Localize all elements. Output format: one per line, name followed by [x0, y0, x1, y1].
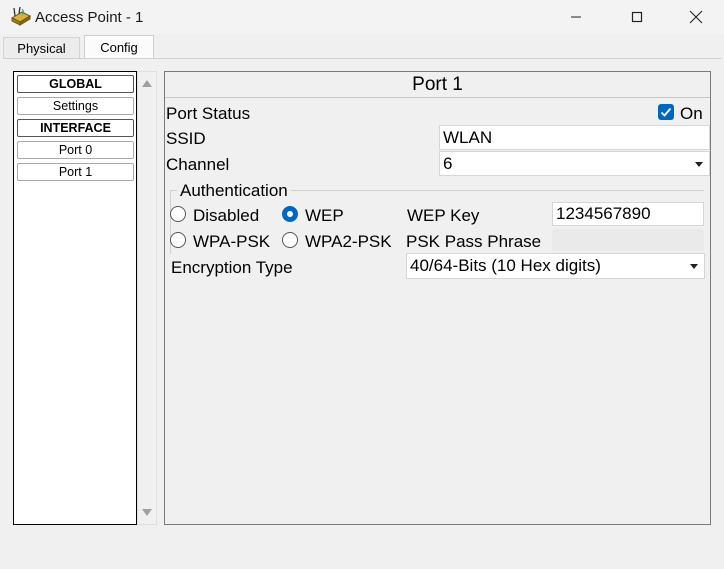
radio-wep-label: WEP	[305, 206, 344, 225]
radio-wpa2-psk-label: WPA2-PSK	[305, 232, 392, 251]
encryption-type-select[interactable]: 40/64-Bits (10 Hex digits)	[406, 253, 705, 279]
minimize-icon	[571, 16, 581, 18]
radio-disabled[interactable]	[170, 206, 186, 222]
nav-item-port-0[interactable]: Port 0	[17, 141, 134, 159]
channel-select-value: 6	[443, 153, 453, 173]
close-icon	[689, 10, 703, 24]
minimize-button[interactable]	[553, 0, 599, 34]
maximize-button[interactable]	[614, 0, 660, 34]
channel-select[interactable]: 6	[439, 151, 710, 176]
nav-scrollbar[interactable]	[137, 71, 157, 525]
authentication-legend: Authentication	[177, 181, 291, 201]
tab-config[interactable]: Config	[84, 35, 154, 59]
chevron-down-icon	[690, 264, 698, 269]
port-status-label: Port Status	[166, 104, 251, 123]
radio-wpa-psk-label: WPA-PSK	[193, 232, 271, 251]
access-point-icon	[10, 6, 32, 28]
checkmark-icon	[660, 107, 672, 117]
radio-wpa2-psk[interactable]	[282, 232, 298, 248]
ssid-input[interactable]: WLAN	[439, 125, 710, 150]
scroll-up-arrow-icon[interactable]	[142, 80, 152, 87]
psk-pass-phrase-input[interactable]	[552, 229, 704, 251]
radio-disabled-label: Disabled	[193, 206, 260, 225]
chevron-down-icon	[695, 161, 703, 167]
channel-label: Channel	[166, 155, 230, 174]
tab-bar: Physical Config	[0, 35, 724, 59]
port-status-checkbox[interactable]	[658, 104, 674, 120]
radio-wpa-psk[interactable]	[170, 232, 186, 248]
maximize-icon	[631, 11, 643, 23]
title-bar: Access Point - 1	[0, 0, 724, 34]
panel-title: Port 1	[165, 72, 710, 98]
scroll-down-arrow-icon[interactable]	[142, 509, 152, 516]
nav-header-interface[interactable]: INTERFACE	[17, 119, 134, 137]
radio-wep[interactable]	[282, 206, 298, 222]
wep-key-input[interactable]: 1234567890	[552, 202, 704, 226]
nav-item-port-1[interactable]: Port 1	[17, 163, 134, 181]
nav-header-global[interactable]: GLOBAL	[17, 75, 134, 93]
port-status-on-label: On	[680, 104, 703, 123]
encryption-type-value: 40/64-Bits (10 Hex digits)	[410, 256, 601, 275]
tab-physical[interactable]: Physical	[3, 37, 80, 59]
config-nav-list: GLOBAL Settings INTERFACE Port 0 Port 1	[13, 71, 137, 525]
close-button[interactable]	[673, 0, 719, 34]
psk-pass-phrase-label: PSK Pass Phrase	[406, 232, 542, 251]
encryption-type-label: Encryption Type	[171, 258, 293, 277]
wep-key-label: WEP Key	[407, 206, 480, 225]
window-title: Access Point - 1	[35, 9, 144, 26]
ssid-label: SSID	[166, 129, 206, 148]
nav-item-settings[interactable]: Settings	[17, 97, 134, 115]
